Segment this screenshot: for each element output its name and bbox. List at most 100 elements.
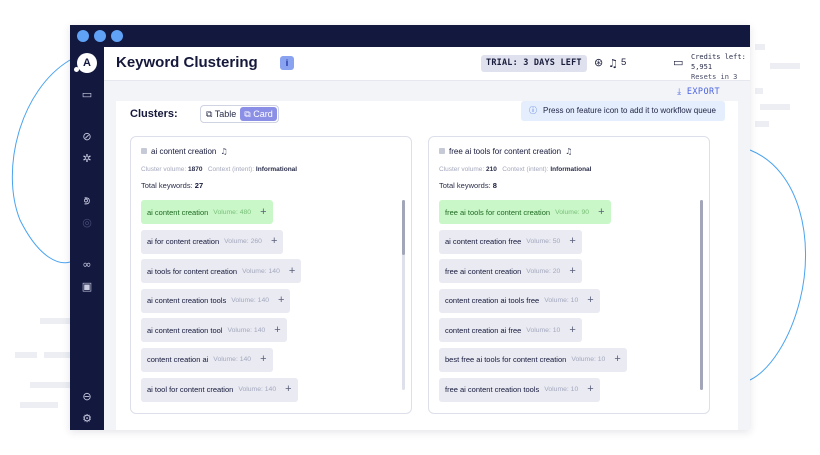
checkbox-square-icon[interactable]: [439, 148, 445, 154]
keyword-volume: Volume: 50: [526, 238, 561, 246]
window-maximize-dot[interactable]: [111, 30, 123, 42]
keyword-text: content creation ai free: [445, 325, 522, 335]
keyword-chip[interactable]: ai content creation tool Volume: 140 +: [141, 318, 287, 343]
star-icon[interactable]: ✲: [79, 151, 95, 167]
total-keywords-value: 8: [492, 181, 497, 190]
trial-badge[interactable]: TRIAL: 3 DAYS LEFT: [481, 55, 587, 72]
keyword-text: ai for content creation: [147, 237, 220, 247]
keyword-chip[interactable]: ai content creation tools Volume: 140 +: [141, 288, 291, 313]
screenshot-stage: A ▭ ⊘ ✲ ⟄ ◎ ∞ ▣ ⊖ ⚙ Keyword Clustering i…: [0, 0, 820, 455]
scrollbar-thumb[interactable]: [700, 200, 703, 390]
plus-icon[interactable]: +: [260, 354, 266, 365]
info-icon[interactable]: i: [280, 56, 294, 70]
keyword-chip[interactable]: free ai content creation Volume: 20 +: [439, 259, 582, 284]
export-button[interactable]: ⤓ EXPORT: [677, 87, 720, 97]
plus-icon[interactable]: +: [569, 265, 575, 277]
info-circle-icon: ⓘ: [529, 106, 537, 115]
keyword-text: free ai tools for content creation: [445, 207, 551, 217]
credits-left: Credits left: 5,951: [691, 53, 746, 71]
keyword-text: ai tools for content creation: [147, 266, 238, 276]
keyword-chip[interactable]: content creation ai tools free Volume: 10…: [439, 288, 600, 313]
cluster-volume: 1870: [187, 166, 203, 173]
cluster-volume-label: Cluster volume:: [439, 166, 485, 173]
keyword-chip[interactable]: ai content creation Volume: 480 +: [141, 200, 273, 224]
plus-icon[interactable]: +: [278, 295, 284, 306]
plus-icon[interactable]: +: [587, 384, 593, 395]
cluster-header: ai content creation ♫: [141, 147, 228, 156]
bell-icon[interactable]: ♫: [565, 147, 572, 156]
view-table-button[interactable]: ⧉ Table: [202, 107, 240, 121]
keyword-text: free ai content creation: [445, 266, 522, 276]
keyword-chip[interactable]: ai tools for content creation Volume: 140…: [141, 259, 302, 284]
keyword-chip[interactable]: free ai content creation tools Volume: 10…: [439, 377, 600, 402]
window-close-dot[interactable]: [77, 30, 89, 42]
window-minimize-dot[interactable]: [94, 30, 106, 42]
context-label: Context (intent):: [207, 166, 255, 173]
keyword-volume: Volume: 140: [227, 326, 266, 334]
keyword-chip[interactable]: best free ai tools for content creation V…: [439, 347, 627, 372]
keyword-volume: Volume: 10: [571, 356, 606, 364]
plus-icon[interactable]: +: [260, 206, 266, 218]
link-icon[interactable]: ∞: [79, 257, 95, 273]
app-logo[interactable]: A: [74, 53, 97, 73]
keyword-chip[interactable]: ai for content creation Volume: 260 +: [141, 229, 284, 254]
keyword-text: ai content creation tool: [147, 325, 223, 335]
keyword-volume: Volume: 90: [555, 208, 590, 216]
keyword-text: ai content creation: [147, 207, 209, 217]
scrollbar[interactable]: [700, 200, 703, 390]
card-icon: ⧉: [244, 109, 254, 119]
notification-count: 5: [621, 57, 627, 68]
keyword-volume: Volume: 140: [231, 297, 270, 305]
keyword-chip[interactable]: free ai tools for content creation Volume…: [439, 200, 611, 224]
plus-icon[interactable]: +: [569, 236, 575, 247]
keyword-chip[interactable]: content creation ai free Volume: 10 +: [439, 318, 582, 343]
compass-icon[interactable]: ⊘: [79, 129, 95, 145]
more-icon[interactable]: ⊖: [79, 389, 95, 405]
tag-icon[interactable]: ⟄: [79, 193, 95, 209]
settings-icon[interactable]: ⚙: [79, 411, 95, 427]
keyword-chip[interactable]: content creation ai Volume: 140 +: [141, 347, 273, 372]
keyword-chip[interactable]: ai tool for content creation Volume: 140 +: [141, 377, 298, 402]
plus-icon[interactable]: +: [587, 295, 593, 306]
account-icon[interactable]: ⊛: [594, 56, 603, 69]
context-value: Informational: [255, 166, 298, 173]
context-value: Informational: [550, 166, 592, 173]
cluster-volume-label: Cluster volume:: [141, 166, 187, 173]
cluster-meta: Cluster volume: 210 Context (intent): In…: [439, 166, 591, 173]
keyword-list: ai content creation Volume: 480 + ai for c…: [141, 200, 403, 407]
chat-icon[interactable]: ▣: [79, 279, 95, 295]
cluster-name: free ai tools for content creation: [449, 147, 562, 156]
checkbox-square-icon[interactable]: [141, 148, 147, 154]
view-toggle: ⧉ Table ⧉ Card: [200, 105, 279, 123]
keyword-list: free ai tools for content creation Volume…: [439, 200, 701, 407]
credits-icon: ▭: [673, 56, 684, 69]
keyword-text: free ai content creation tools: [445, 385, 540, 395]
plus-icon[interactable]: +: [274, 324, 280, 336]
tip-banner: ⓘ Press on feature icon to add it to work…: [521, 101, 725, 121]
clusters-panel: Clusters: ⧉ Table ⧉ Card ⓘ Press on featu…: [116, 101, 738, 430]
plus-icon[interactable]: +: [598, 206, 604, 218]
view-card-button[interactable]: ⧉ Card: [240, 107, 277, 121]
document-icon[interactable]: ▭: [79, 87, 95, 103]
tip-text: Press on feature icon to add it to workf…: [543, 106, 716, 115]
circle-icon[interactable]: ◎: [79, 215, 95, 231]
scrollbar-thumb[interactable]: [402, 200, 405, 255]
keyword-text: ai content creation free: [445, 237, 522, 247]
plus-icon[interactable]: +: [289, 265, 295, 277]
plus-icon[interactable]: +: [271, 236, 277, 247]
window-titlebar: [70, 25, 750, 47]
scrollbar[interactable]: [402, 200, 405, 390]
cluster-card: free ai tools for content creation ♫ Clus…: [428, 136, 710, 414]
keyword-volume: Volume: 260: [224, 238, 262, 246]
bell-icon[interactable]: ♫: [608, 57, 618, 70]
cluster-volume: 210: [485, 166, 497, 173]
plus-icon[interactable]: +: [569, 324, 575, 336]
plus-icon[interactable]: +: [285, 384, 291, 395]
view-card-label: Card: [253, 109, 273, 119]
keyword-chip[interactable]: ai content creation free Volume: 50 +: [439, 229, 582, 254]
plus-icon[interactable]: +: [614, 354, 620, 365]
app-window: A ▭ ⊘ ✲ ⟄ ◎ ∞ ▣ ⊖ ⚙ Keyword Clustering i…: [70, 25, 750, 430]
bell-icon[interactable]: ♫: [220, 147, 227, 156]
main-content: ⤓ EXPORT Clusters: ⧉ Table ⧉ Card ⓘ Press…: [104, 81, 750, 430]
cluster-header: free ai tools for content creation ♫: [439, 147, 572, 156]
